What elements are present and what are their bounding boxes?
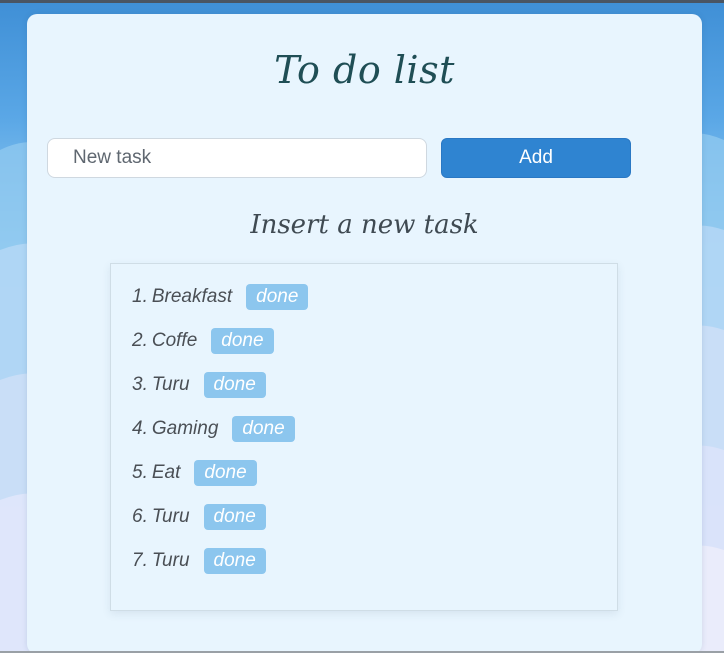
task-item: 4. Gaming done [132,416,617,460]
task-item: 7. Turu done [132,548,617,592]
task-text: Gaming [151,418,219,439]
done-button[interactable]: done [203,372,266,398]
task-text: Turu [151,506,190,527]
task-number: 3. [132,374,148,395]
task-item: 6. Turu done [132,504,617,548]
task-list: 1. Breakfast done 2. Coffe done 3. Turu … [110,263,618,611]
task-number: 5. [132,462,148,483]
task-number: 7. [132,550,148,571]
add-button[interactable]: Add [441,138,631,178]
new-task-input[interactable] [47,138,427,178]
done-button[interactable]: done [203,504,266,530]
page-title: To do list [274,48,455,92]
task-text: Eat [151,462,181,483]
done-button[interactable]: done [194,460,257,486]
done-button[interactable]: done [203,548,266,574]
task-item: 1. Breakfast done [132,284,617,328]
task-item: 3. Turu done [132,372,617,416]
task-item: 2. Coffe done [132,328,617,372]
done-button[interactable]: done [246,284,309,310]
todo-card: To do list Add Insert a new task 1. Brea… [27,14,702,653]
task-text: Breakfast [151,286,233,307]
task-number: 2. [132,330,148,351]
task-number: 6. [132,506,148,527]
task-text: Turu [151,374,190,395]
task-item: 5. Eat done [132,460,617,504]
task-number: 1. [132,286,148,307]
subtitle: Insert a new task [250,210,479,240]
task-text: Coffe [151,330,198,351]
done-button[interactable]: done [211,328,274,354]
task-number: 4. [132,418,148,439]
task-text: Turu [151,550,190,571]
done-button[interactable]: done [232,416,295,442]
